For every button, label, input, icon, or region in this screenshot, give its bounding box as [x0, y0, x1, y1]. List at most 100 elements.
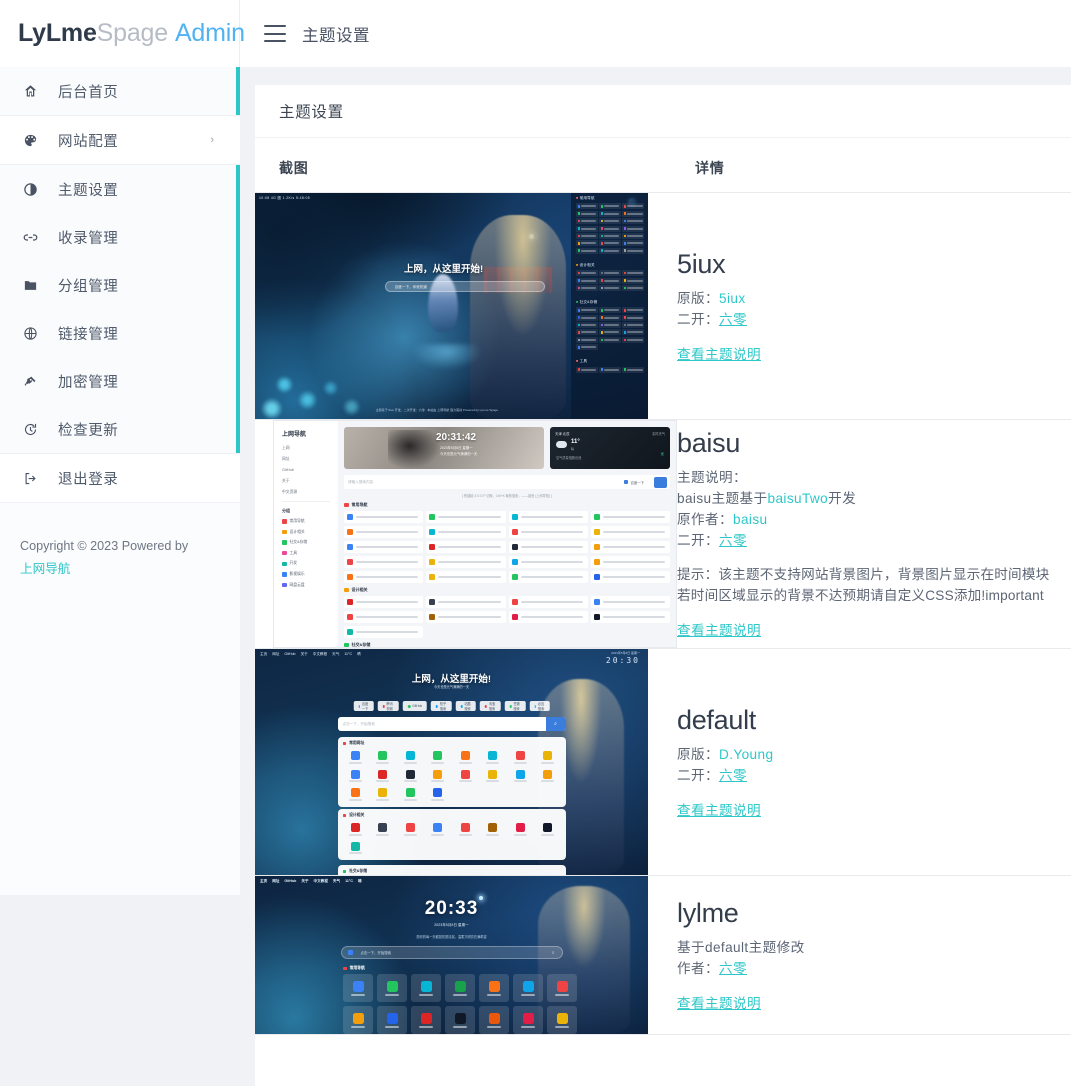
screenshot-cell: 10:08 4G 图 1.2K/s 5:48:05 上网，从这里开始! 百度一下…: [255, 192, 677, 420]
preview-engine-pill[interactable]: 淘宝搜索: [480, 701, 501, 711]
preview-nav-link[interactable]: 上网: [282, 446, 338, 451]
sidebar-item-group[interactable]: 分组管理: [0, 261, 240, 309]
preview-section-title: 社交&存储: [342, 869, 561, 874]
preview-search-placeholder: 百度一下，你就知道: [394, 284, 428, 289]
preview-engine-pills: 百度一下 腾讯视频 GitHub 知乎搜索 站酷搜索 淘宝搜索 豆瓣搜索 必应搜…: [353, 701, 550, 711]
preview-engine-pill[interactable]: 站酷搜索: [455, 701, 477, 711]
preview-tile[interactable]: [547, 974, 577, 1002]
preview-search-bar[interactable]: 点击一下，开始搜索 ⌕: [340, 946, 563, 959]
theme-preview-lylme[interactable]: 主页 网址 GitHub 关于 中文教程 天气 11°C 晴 20:33 202…: [255, 876, 648, 1034]
preview-card: 设计相关: [337, 809, 566, 861]
preview-nav-link[interactable]: 网址: [282, 457, 338, 462]
screenshot-cell: 上网导航 上网 网址 GitHub 关于 中文资源 分组 常用导航 设计相关 社…: [255, 419, 677, 649]
preview-tile[interactable]: [513, 974, 543, 1002]
theme-name: default: [677, 704, 756, 735]
detail-cell: 5iux 原版：5iux 二开：六零 查看主题说明: [677, 192, 1071, 420]
theme-desc: 基于default主题修改: [677, 939, 805, 955]
preview-tile[interactable]: [479, 1006, 509, 1034]
meta-link-author[interactable]: baisu: [733, 512, 768, 527]
preview-section-title: 设计相关: [342, 813, 561, 818]
preview-section-title: 常用导航: [344, 502, 670, 508]
preview-item-row: [344, 511, 670, 523]
theme-meta: 原版：5iux: [677, 288, 1071, 309]
theme-preview-5iux[interactable]: 10:08 4G 图 1.2K/s 5:48:05 上网，从这里开始! 百度一下…: [255, 193, 648, 419]
preview-panel-section: ■ 社交&存储: [571, 297, 648, 351]
preview-category[interactable]: 开发: [282, 561, 338, 567]
meta-link-original[interactable]: 5iux: [719, 291, 746, 306]
preview-category[interactable]: 网盘云盘: [282, 583, 338, 588]
top-bar: LyLme Spage Admin 主题设置: [0, 0, 1071, 67]
theme-preview-baisu[interactable]: 上网导航 上网 网址 GitHub 关于 中文资源 分组 常用导航 设计相关 社…: [273, 420, 677, 648]
preview-search-button[interactable]: [654, 476, 667, 488]
sidebar-item-site-config[interactable]: 网站配置 ›: [0, 116, 240, 164]
sidebar-item-encryption[interactable]: 加密管理: [0, 357, 240, 405]
home-icon: [20, 81, 40, 101]
preview-tile[interactable]: [445, 1006, 475, 1034]
meta-link-original[interactable]: D.Young: [719, 747, 773, 762]
sidebar-item-links[interactable]: 链接管理: [0, 309, 240, 357]
preview-main: 20:31:42 2023年5月8日 星期一 今天也是元气满满的一天 天津 北辰…: [338, 421, 676, 647]
brand-logo[interactable]: LyLme Spage Admin: [0, 0, 245, 67]
view-theme-doc-link[interactable]: 查看主题说明: [677, 992, 761, 1012]
preview-tile[interactable]: [377, 1006, 407, 1034]
desc-link[interactable]: baisuTwo: [767, 491, 828, 506]
meta-link-fork[interactable]: 六零: [719, 768, 747, 783]
preview-tile[interactable]: [411, 974, 441, 1002]
theme-name: baisu: [677, 428, 741, 458]
table-row: 主页 网址 GitHub 关于 中文教程 天气 11°C 晴 2023年5月8日…: [255, 648, 1071, 876]
preview-nav-link[interactable]: 关于: [282, 479, 338, 484]
preview-tile[interactable]: [343, 1006, 373, 1034]
theme-preview-default[interactable]: 主页 网址 GitHub 关于 中文教程 天气 11°C 晴 2023年5月8日…: [255, 649, 648, 875]
preview-nav-link[interactable]: GitHub: [282, 468, 338, 472]
search-icon[interactable]: ⌕: [552, 950, 555, 955]
preview-category[interactable]: 影视娱乐: [282, 572, 338, 577]
view-theme-doc-link[interactable]: 查看主题说明: [677, 799, 761, 819]
preview-engine-pill[interactable]: 腾讯视频: [377, 701, 399, 711]
key-icon: [20, 371, 40, 391]
meta-link-fork[interactable]: 六零: [719, 312, 747, 327]
sidebar-item-check-update[interactable]: 检查更新: [0, 405, 240, 453]
preview-search-bar[interactable]: 请输入搜索内容 百度一下: [344, 475, 670, 489]
preview-search-bar[interactable]: 点击一下，开始搜索 ⌕: [337, 717, 566, 731]
sidebar-item-logout[interactable]: 退出登录: [0, 454, 240, 502]
preview-search-engine[interactable]: 百度一下: [624, 480, 644, 485]
preview-category[interactable]: 常用导航: [282, 519, 338, 524]
theme-meta: 原作者：baisu: [677, 509, 1071, 530]
preview-category[interactable]: 设计相关: [282, 530, 338, 535]
preview-category[interactable]: 工具: [282, 551, 338, 556]
preview-engine-pill[interactable]: 百度一下: [353, 701, 374, 711]
brand-part-3: Admin: [174, 19, 245, 47]
preview-tile[interactable]: [377, 974, 407, 1002]
preview-tile[interactable]: [445, 974, 475, 1002]
meta-label: 二开：: [677, 767, 719, 783]
preview-engine-pill[interactable]: GitHub: [402, 701, 428, 711]
footer-site-link[interactable]: 上网导航: [20, 562, 70, 576]
hamburger-icon[interactable]: [264, 25, 286, 42]
theme-name: lylme: [677, 897, 739, 928]
search-engine-icon: [347, 950, 353, 955]
preview-engine-pill[interactable]: 豆瓣搜索: [504, 701, 526, 711]
sidebar-item-collection[interactable]: 收录管理: [0, 213, 240, 261]
brand-part-1: LyLme: [18, 19, 97, 47]
meta-label: 原作者：: [677, 512, 733, 527]
preview-category[interactable]: 社交&存储: [282, 540, 338, 545]
preview-search-bar[interactable]: 百度一下，你就知道: [384, 281, 545, 293]
view-theme-doc-link[interactable]: 查看主题说明: [677, 619, 761, 639]
preview-engine-pill[interactable]: 知乎搜索: [431, 701, 452, 711]
sidebar-item-dashboard[interactable]: 后台首页: [0, 67, 240, 115]
meta-link-fork[interactable]: 六零: [719, 533, 747, 548]
preview-tile[interactable]: [479, 974, 509, 1002]
detail-cell: default 原版：D.Young 二开：六零 查看主题说明: [677, 648, 1071, 876]
preview-cards: 20:31:42 2023年5月8日 星期一 今天也是元气满满的一天 天津 北辰…: [344, 427, 670, 469]
search-icon[interactable]: ⌕: [545, 717, 566, 731]
preview-tile[interactable]: [343, 974, 373, 1002]
preview-nav-link[interactable]: 中文资源: [282, 490, 338, 495]
preview-engine-pill[interactable]: 必应搜索: [529, 701, 550, 711]
preview-tile[interactable]: [547, 1006, 577, 1034]
preview-chip-grid: [576, 307, 644, 351]
sidebar-item-theme-settings[interactable]: 主题设置: [0, 165, 240, 213]
meta-link-author[interactable]: 六零: [719, 961, 747, 976]
view-theme-doc-link[interactable]: 查看主题说明: [677, 343, 761, 363]
preview-tile[interactable]: [411, 1006, 441, 1034]
preview-tile[interactable]: [513, 1006, 543, 1034]
